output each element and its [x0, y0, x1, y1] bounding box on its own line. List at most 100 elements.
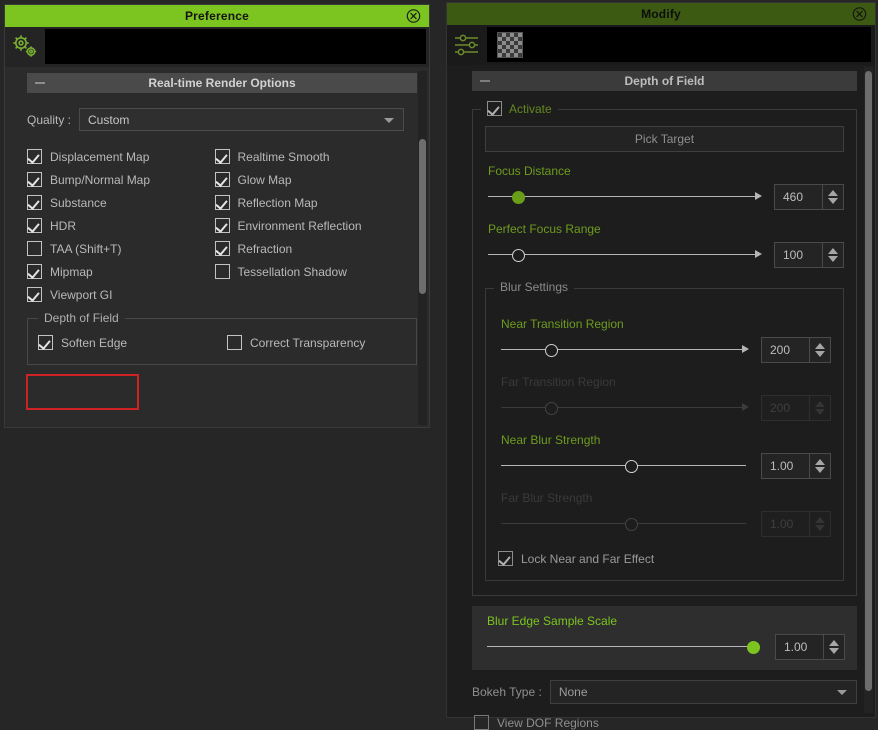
bokeh-type-label: Bokeh Type :: [472, 685, 542, 699]
slider-spinner[interactable]: 100: [774, 242, 844, 268]
slider-knob[interactable]: [512, 249, 526, 262]
slider-arrow-icon: [742, 403, 749, 411]
chevron-down-icon[interactable]: [384, 117, 395, 123]
quality-label: Quality :: [27, 112, 72, 127]
option-checkbox[interactable]: Mipmap: [27, 264, 215, 279]
minus-icon[interactable]: [480, 80, 490, 82]
slider-track-area[interactable]: [485, 246, 762, 264]
option-checkbox[interactable]: Glow Map: [214, 172, 403, 187]
preference-scrollbar-thumb[interactable]: [419, 139, 426, 294]
option-checkbox[interactable]: Environment Reflection: [214, 218, 403, 233]
slider-track-area[interactable]: [498, 341, 749, 359]
checkbox-icon: [214, 264, 230, 279]
modify-window-title: Modify: [641, 7, 681, 21]
blur-edge-sample-scale-section: Blur Edge Sample Scale 1.00: [472, 606, 857, 670]
slider-knob[interactable]: [544, 344, 558, 357]
slider-label: Focus Distance: [488, 164, 571, 178]
spinner-up-icon[interactable]: [828, 248, 838, 254]
slider-row: 1.00: [498, 511, 831, 537]
lock-near-far-checkbox[interactable]: Lock Near and Far Effect: [498, 551, 831, 566]
option-label: Displacement Map: [50, 149, 150, 164]
modify-scrollbar[interactable]: [864, 67, 873, 713]
spinner-value: 460: [783, 190, 804, 204]
spinner-down-icon: [815, 409, 825, 415]
quality-select[interactable]: Custom: [79, 108, 405, 131]
option-label: Environment Reflection: [237, 218, 362, 233]
option-checkbox[interactable]: HDR: [27, 218, 215, 233]
chevron-down-icon[interactable]: [837, 690, 847, 695]
spinner-up-icon[interactable]: [815, 343, 825, 349]
checkbox-icon: [27, 287, 42, 302]
minus-icon[interactable]: [35, 82, 45, 84]
spinner-down-icon[interactable]: [815, 351, 825, 357]
correct-transparency-checkbox[interactable]: Correct Transparency: [227, 335, 416, 350]
slider-track: [501, 349, 746, 350]
slider-spinner[interactable]: 1.00: [761, 453, 831, 479]
blur-settings-group-title: Blur Settings: [494, 280, 575, 294]
option-checkbox[interactable]: Displacement Map: [27, 149, 215, 164]
soften-edge-checkbox[interactable]: Soften Edge: [38, 335, 227, 350]
slider-knob[interactable]: [625, 460, 639, 473]
blur-edge-sample-scale-spinner[interactable]: 1.00: [775, 634, 845, 660]
slider-track-area: [498, 399, 749, 417]
spinner-up-icon: [815, 401, 825, 407]
slider-row: 200: [498, 395, 831, 421]
option-checkbox[interactable]: Realtime Smooth: [214, 149, 403, 164]
slider-knob[interactable]: [512, 191, 526, 204]
bokeh-type-select[interactable]: None: [549, 680, 857, 704]
soften-edge-label: Soften Edge: [61, 335, 128, 350]
spinner-value: 1.00: [770, 459, 794, 473]
slider-spinner[interactable]: 460: [774, 184, 844, 210]
spinner-down-icon[interactable]: [829, 648, 839, 654]
option-checkbox[interactable]: Substance: [27, 195, 215, 210]
option-checkbox[interactable]: Reflection Map: [214, 195, 403, 210]
slider-track: [501, 407, 746, 408]
pick-target-button[interactable]: Pick Target: [485, 126, 844, 152]
spinner-value: 200: [770, 343, 791, 357]
spinner-up-icon[interactable]: [829, 640, 839, 646]
slider-track-area[interactable]: [498, 457, 749, 475]
quality-row: Quality : Custom: [27, 108, 429, 131]
option-checkbox[interactable]: Bump/Normal Map: [27, 172, 215, 187]
realtime-render-options-header[interactable]: Real-time Render Options: [27, 73, 417, 93]
option-checkbox[interactable]: TAA (Shift+T): [27, 241, 215, 256]
correct-transparency-label: Correct Transparency: [250, 335, 366, 350]
option-checkbox[interactable]: Refraction: [214, 241, 403, 256]
slider-track: [488, 254, 759, 255]
spinner-up-icon[interactable]: [815, 459, 825, 465]
slider-row: 100: [485, 242, 844, 268]
checkbox-icon: [27, 241, 42, 256]
render-gears-icon[interactable]: [5, 27, 45, 67]
slider-knob[interactable]: [747, 641, 761, 654]
slider-row: 200: [498, 337, 831, 363]
modify-scrollbar-thumb[interactable]: [865, 71, 872, 691]
depth-of-field-section-header[interactable]: Depth of Field: [472, 71, 857, 91]
spinner-down-icon[interactable]: [815, 467, 825, 473]
sliders-icon[interactable]: [447, 25, 487, 65]
checkerboard-thumbnail[interactable]: [497, 31, 523, 58]
spinner-divider: [809, 338, 810, 362]
preference-scrollbar[interactable]: [418, 71, 427, 425]
spinner-up-icon[interactable]: [828, 190, 838, 196]
checkbox-icon: [227, 335, 242, 350]
checkbox-icon: [27, 195, 42, 210]
option-label: Substance: [50, 195, 107, 210]
quality-value: Custom: [88, 112, 130, 127]
slider-row: 460: [485, 184, 844, 210]
spinner-down-icon[interactable]: [828, 256, 838, 262]
close-icon[interactable]: [852, 7, 867, 22]
spinner-down-icon[interactable]: [828, 198, 838, 204]
slider-spinner: 1.00: [761, 511, 831, 537]
activate-label: Activate: [509, 101, 552, 116]
slider-track-area[interactable]: [485, 188, 762, 206]
activate-group: Activate Pick Target Focus Distance 460 Pe…: [472, 101, 857, 596]
activate-checkbox[interactable]: Activate: [481, 101, 558, 116]
close-icon[interactable]: [406, 9, 421, 24]
slider-track: [487, 646, 760, 647]
option-checkbox[interactable]: Tessellation Shadow: [214, 264, 403, 279]
slider-spinner[interactable]: 200: [761, 337, 831, 363]
view-dof-regions-checkbox[interactable]: View DOF Regions: [474, 715, 857, 730]
depth-of-field-group-title: Depth of Field: [38, 311, 125, 325]
blur-edge-sample-scale-track[interactable]: [484, 638, 763, 656]
option-checkbox[interactable]: Viewport GI: [27, 287, 215, 302]
